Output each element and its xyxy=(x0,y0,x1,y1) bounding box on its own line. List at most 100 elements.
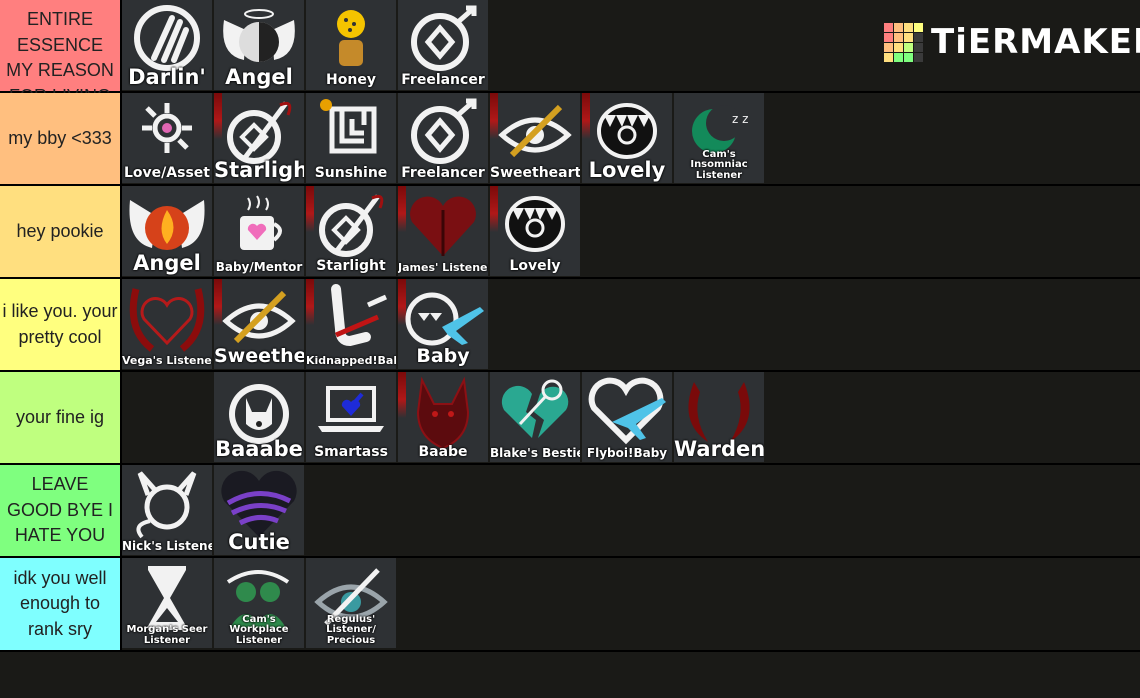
logo-square xyxy=(884,32,893,42)
item-caption: Angel xyxy=(225,64,293,89)
item-caption: Baby xyxy=(416,345,470,368)
tier-row: my bby <333Love/AssetStarlight Sunshine Fr… xyxy=(0,93,1140,186)
item-caption: Kidnapped!Baby xyxy=(306,354,396,368)
item-caption: Cam's Workplace Listener xyxy=(229,613,289,646)
tier-item[interactable]: Kidnapped!Baby xyxy=(306,279,396,369)
logo-square xyxy=(884,42,893,52)
item-caption: Cam's Insomniac Listener xyxy=(690,148,748,181)
item-caption: Nick's Listener xyxy=(122,539,212,554)
logo-square xyxy=(884,22,893,32)
tier-item[interactable]: Vega's Listener xyxy=(122,279,212,369)
item-caption: Starlight xyxy=(214,157,304,182)
tier-item[interactable]: Freelancer xyxy=(398,93,488,183)
logo-square xyxy=(904,42,913,52)
logo-square xyxy=(914,32,923,42)
tier-items: Morgan's Seer Listener Cam's Workplace Li… xyxy=(122,558,398,650)
tier-items: Darlin' Angel Honey Freelancer xyxy=(122,0,490,91)
item-caption: Freelancer xyxy=(401,72,485,89)
item-caption: Smartass xyxy=(314,444,388,461)
item-caption: James' Listener xyxy=(398,261,488,275)
tier-item[interactable]: Cam's Workplace Listener xyxy=(214,558,304,648)
tier-item[interactable]: Lovely xyxy=(582,93,672,183)
tier-label[interactable]: my bby <333 xyxy=(0,93,122,184)
logo-square xyxy=(884,52,893,62)
tier-item[interactable]: Angel xyxy=(122,186,212,276)
tier-item[interactable]: Nick's Listener xyxy=(122,465,212,555)
logo-square xyxy=(894,42,903,52)
item-caption: Sunshine xyxy=(314,165,388,182)
tier-item[interactable]: Baby/Mentor xyxy=(214,186,304,276)
item-caption: Morgan's Seer Listener xyxy=(126,624,208,646)
tier-item[interactable]: Baby xyxy=(398,279,488,369)
empty-slot[interactable] xyxy=(122,372,212,462)
svg-text:z z: z z xyxy=(732,112,748,126)
item-caption: Angel xyxy=(133,250,201,275)
tier-row: your fine ig Baaabe Smartass Baabe Blake's B… xyxy=(0,372,1140,465)
tier-items: Angel Baby/Mentor Starlight James' Listener… xyxy=(122,186,582,277)
tier-item[interactable]: Baabe xyxy=(398,372,488,462)
tier-label[interactable]: idk you well enough to rank sry xyxy=(0,558,122,650)
tier-item[interactable]: Freelancer xyxy=(398,0,488,90)
tier-row: hey pookie Angel Baby/Mentor Starlight James… xyxy=(0,186,1140,279)
item-caption: Starlight xyxy=(316,258,386,275)
tier-row: idk you well enough to rank sry Morgan's … xyxy=(0,558,1140,652)
item-caption: Lovely xyxy=(588,157,666,182)
item-caption: Warden xyxy=(674,436,764,461)
item-caption: Love/Asset xyxy=(124,165,210,182)
item-caption: Vega's Listener xyxy=(122,354,212,368)
tier-item[interactable]: Starlight xyxy=(214,93,304,183)
tier-item[interactable]: Regulus' Listener/ Precious xyxy=(306,558,396,648)
item-caption: Cutie xyxy=(228,529,290,554)
logo-square xyxy=(914,22,923,32)
logo-grid-icon xyxy=(884,22,923,62)
tier-item[interactable]: Smartass xyxy=(306,372,396,462)
tier-item[interactable]: Morgan's Seer Listener xyxy=(122,558,212,648)
logo-square xyxy=(904,22,913,32)
item-caption: Blake's Bestie xyxy=(490,446,580,461)
tier-item[interactable]: Warden xyxy=(674,372,764,462)
tier-row: i like you. your pretty cool Vega's Liste… xyxy=(0,279,1140,372)
tier-board: YOU ARE MY ENTIRE ESSENCE MY REASON FOR … xyxy=(0,0,1140,652)
logo-square xyxy=(894,32,903,42)
item-caption: Lovely xyxy=(509,258,561,275)
tier-item[interactable]: z z Cam's Insomniac Listener xyxy=(674,93,764,183)
tier-row: LEAVE GOOD BYE I HATE YOU Nick's Listener… xyxy=(0,465,1140,558)
tier-item[interactable]: Lovely xyxy=(490,186,580,276)
tier-item[interactable]: Flyboi!Baby xyxy=(582,372,672,462)
tier-items: Vega's ListenerSweetheartKidnapped!Baby B… xyxy=(122,279,490,370)
item-caption: Baabe xyxy=(418,444,468,461)
logo-square xyxy=(914,52,923,62)
tier-item[interactable]: Sunshine xyxy=(306,93,396,183)
tier-item[interactable]: Honey xyxy=(306,0,396,90)
logo-square xyxy=(904,32,913,42)
tier-label[interactable]: hey pookie xyxy=(0,186,122,277)
tier-items: Baaabe Smartass Baabe Blake's Bestie Flyboi!… xyxy=(122,372,766,463)
tier-items: Nick's Listener Cutie xyxy=(122,465,306,556)
tier-label[interactable]: YOU ARE MY ENTIRE ESSENCE MY REASON FOR … xyxy=(0,0,122,106)
tier-item[interactable]: Blake's Bestie xyxy=(490,372,580,462)
item-caption: Baaabe xyxy=(215,436,303,461)
tier-item[interactable]: Angel xyxy=(214,0,304,90)
logo-square xyxy=(894,22,903,32)
tier-item[interactable]: Love/Asset xyxy=(122,93,212,183)
tier-label[interactable]: i like you. your pretty cool xyxy=(0,279,122,370)
tiermaker-logo[interactable]: TiERMAKER xyxy=(884,22,1140,62)
item-caption: Baby/Mentor xyxy=(215,260,303,275)
tier-item[interactable]: Cutie xyxy=(214,465,304,555)
item-caption: Sweetheart xyxy=(490,165,580,182)
tier-item[interactable]: Baaabe xyxy=(214,372,304,462)
tier-item[interactable]: James' Listener xyxy=(398,186,488,276)
tier-label[interactable]: your fine ig xyxy=(0,372,122,463)
tier-label[interactable]: LEAVE GOOD BYE I HATE YOU xyxy=(0,465,122,556)
tier-item[interactable]: Darlin' xyxy=(122,0,212,90)
item-caption: Regulus' Listener/ Precious xyxy=(326,613,376,646)
logo-text: TiERMAKER xyxy=(931,22,1140,62)
tier-item[interactable]: Sweetheart xyxy=(490,93,580,183)
item-caption: Freelancer xyxy=(401,165,485,182)
logo-square xyxy=(914,42,923,52)
item-caption: Darlin' xyxy=(128,64,206,89)
item-caption: Sweetheart xyxy=(214,345,304,368)
tier-item[interactable]: Starlight xyxy=(306,186,396,276)
tier-item[interactable]: Sweetheart xyxy=(214,279,304,369)
logo-square xyxy=(894,52,903,62)
